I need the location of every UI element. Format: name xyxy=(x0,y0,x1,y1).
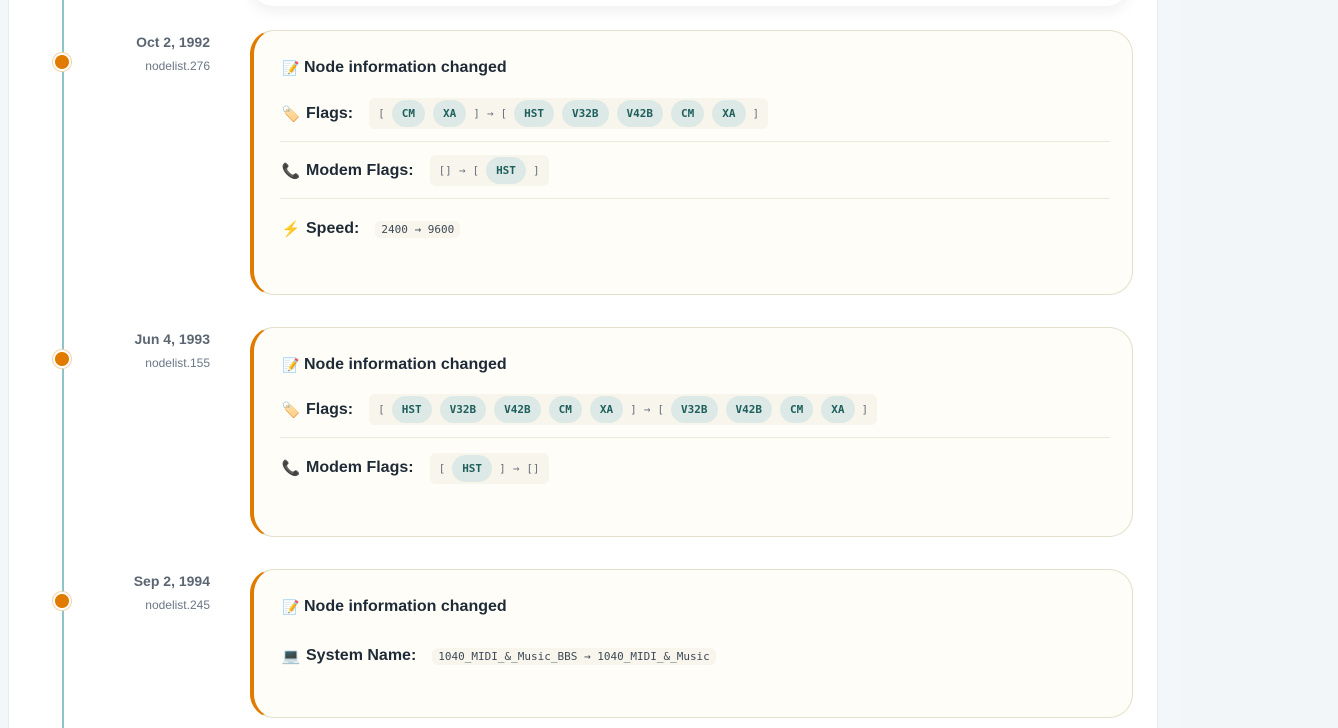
flag-chip: CM xyxy=(391,100,425,127)
change-value: [] → [ HST ] xyxy=(429,155,549,186)
row-label: Modem Flags: xyxy=(306,161,414,179)
change-value: [ CM XA ] → [ HST V32B V42B CM XA ] xyxy=(369,98,769,129)
flag-chip: V32B xyxy=(562,100,609,127)
flag-chip: HST xyxy=(391,396,432,423)
arrow-icon: → xyxy=(512,461,520,475)
change-card: 📝 Node information changed 💻 System Name… xyxy=(250,569,1133,718)
memo-icon: 📝 xyxy=(282,59,300,76)
change-row-speed: ⚡ Speed: 2400 → 9600 xyxy=(280,201,1110,257)
flag-chip: XA xyxy=(821,396,855,423)
row-label: Modem Flags: xyxy=(306,459,414,476)
change-row-modem-flags: 📞 Modem Flags: [ HST ] → [] xyxy=(280,440,1110,496)
change-value: [ HST ] → [] xyxy=(429,452,549,484)
entry-date: Oct 2, 1992 xyxy=(136,34,210,50)
flag-chip: V42B xyxy=(725,396,772,423)
flag-chip: CM xyxy=(548,396,582,423)
entry-date: Sep 2, 1994 xyxy=(133,573,210,589)
computer-icon: 💻 xyxy=(281,648,301,665)
flag-chip: HST xyxy=(514,100,554,127)
row-label: Flags: xyxy=(306,104,354,122)
system-name-change-text: 1040_MIDI_&_Music_BBS → 1040_MIDI_&_Musi… xyxy=(438,649,710,663)
tag-icon: 🏷️ xyxy=(281,105,301,123)
change-row-modem-flags: 📞 Modem Flags: [] → [ HST ] xyxy=(280,143,1110,199)
page-background-right xyxy=(1181,0,1338,728)
arrow-icon: → xyxy=(486,107,494,120)
card-title: 📝 Node information changed xyxy=(282,356,507,374)
card-title-text: Node information changed xyxy=(304,59,507,76)
arrow-icon: → xyxy=(458,164,466,177)
memo-icon: 📝 xyxy=(282,598,300,615)
entry-date: Jun 4, 1993 xyxy=(134,331,211,347)
flag-chip: XA xyxy=(433,100,467,127)
flag-chip: V42B xyxy=(616,100,663,127)
arrow-icon: → xyxy=(643,403,651,416)
change-card: 📝 Node information changed 🏷️ Flags: [ C… xyxy=(250,30,1133,295)
row-label: Speed: xyxy=(306,220,360,237)
flag-chip: HST xyxy=(486,157,526,184)
entry-source: nodelist.245 xyxy=(145,598,210,612)
speed-change-text: 2400 → 9600 xyxy=(381,222,455,236)
flag-chip: XA xyxy=(589,396,624,423)
change-value: 1040_MIDI_&_Music_BBS → 1040_MIDI_&_Musi… xyxy=(432,647,716,665)
card-title: 📝 Node information changed xyxy=(282,59,507,77)
flag-chip: V32B xyxy=(671,396,718,423)
tag-icon: 🏷️ xyxy=(281,401,301,419)
flag-chip: XA xyxy=(712,100,746,127)
row-label: Flags: xyxy=(306,400,354,418)
entry-source: nodelist.276 xyxy=(145,59,210,73)
change-row-flags: 🏷️ Flags: [ HST V32B V42B CM XA ] → [ V3… xyxy=(280,382,1110,438)
phone-icon: 📞 xyxy=(281,162,301,180)
row-label: System Name: xyxy=(306,647,417,664)
lightning-icon: ⚡ xyxy=(281,221,301,238)
flag-chip: CM xyxy=(671,100,705,127)
change-row-flags: 🏷️ Flags: [ CM XA ] → [ HST V32B V42B CM… xyxy=(280,86,1110,142)
card-title-text: Node information changed xyxy=(304,598,507,615)
flag-chip: V42B xyxy=(494,396,541,423)
entry-source: nodelist.155 xyxy=(145,356,210,370)
change-row-system-name: 💻 System Name: 1040_MIDI_&_Music_BBS → 1… xyxy=(280,628,1110,684)
flag-chip: CM xyxy=(780,396,814,423)
previous-card-edge xyxy=(250,0,1130,6)
card-title: 📝 Node information changed xyxy=(282,598,507,616)
phone-icon: 📞 xyxy=(281,460,301,477)
memo-icon: 📝 xyxy=(282,356,300,373)
card-title-text: Node information changed xyxy=(304,356,507,373)
change-value: [ HST V32B V42B CM XA ] → [ V32B V42B CM… xyxy=(369,394,878,425)
change-card: 📝 Node information changed 🏷️ Flags: [ H… xyxy=(250,327,1133,537)
flag-chip: HST xyxy=(452,454,493,482)
change-value: 2400 → 9600 xyxy=(375,220,461,238)
flag-chip: V32B xyxy=(439,396,487,423)
